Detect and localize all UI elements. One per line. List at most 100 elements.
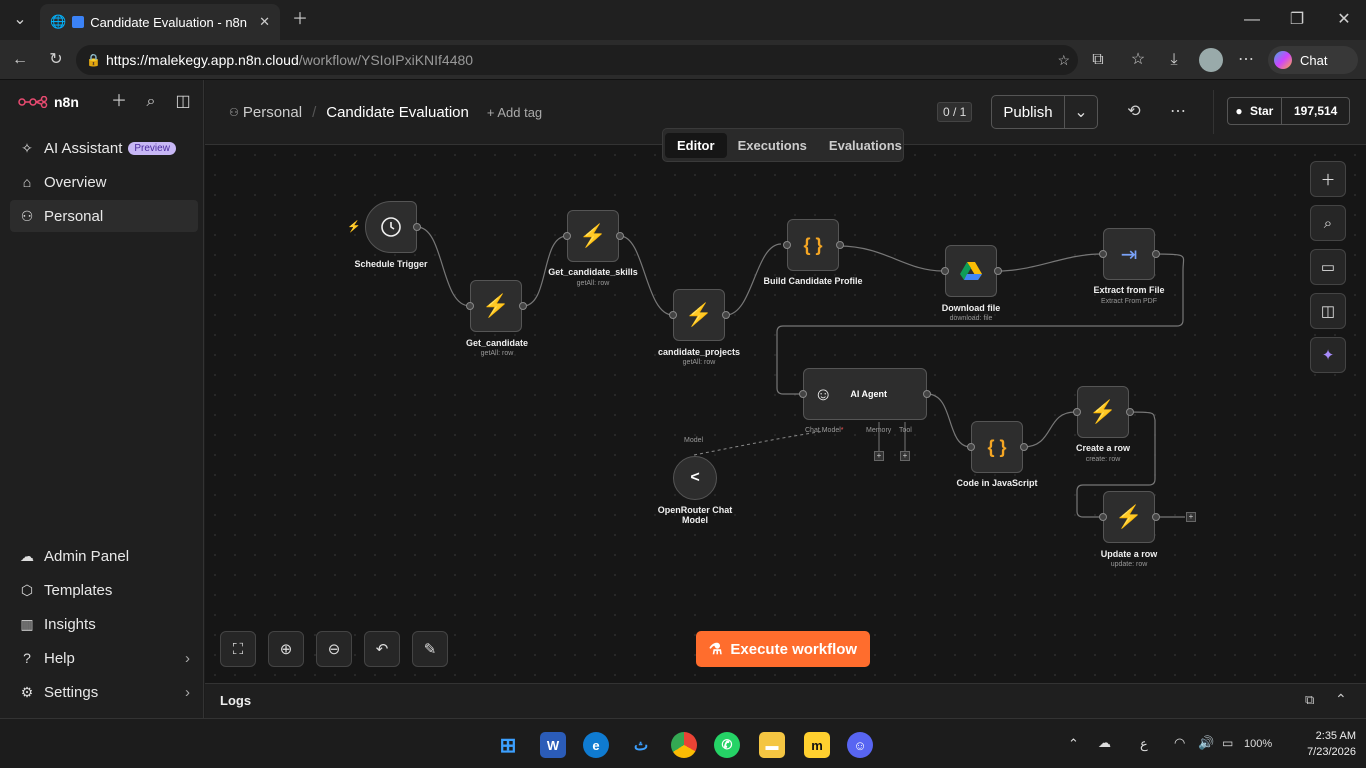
zoom-out-icon[interactable]: ⊖	[316, 631, 352, 667]
output-port[interactable]	[1152, 250, 1160, 258]
output-port[interactable]	[1126, 408, 1134, 416]
version-counter[interactable]: 0 / 1	[937, 102, 973, 122]
node-ai-agent[interactable]: ☺ AI Agent	[803, 368, 927, 420]
cloud-sync-icon[interactable]: ☁	[1098, 735, 1111, 751]
create-plus-icon[interactable]: ＋	[107, 90, 131, 114]
execute-workflow-button[interactable]: ⚗ Execute workflow	[696, 631, 870, 667]
input-port[interactable]	[563, 232, 571, 240]
output-port[interactable]	[616, 232, 624, 240]
battery-icon[interactable]: ▭	[1222, 736, 1233, 750]
input-port[interactable]	[941, 267, 949, 275]
browser-tab[interactable]: 🌐 Candidate Evaluation - n8n ✕	[40, 4, 280, 40]
pop-out-icon[interactable]: ⧉	[1305, 692, 1314, 708]
collapse-sidebar-icon[interactable]: ◫	[171, 90, 195, 114]
workflow-canvas[interactable]: Editor Executions Evaluations ⚡ Schedule…	[205, 128, 1366, 683]
search-nodes-icon[interactable]: ⌕	[1310, 205, 1346, 241]
node-get-candidate-skills[interactable]: ⚡	[567, 210, 619, 262]
output-port[interactable]	[836, 241, 844, 249]
reload-icon[interactable]: ↻	[44, 48, 68, 72]
zoom-in-icon[interactable]: ⊕	[268, 631, 304, 667]
input-port[interactable]	[1099, 250, 1107, 258]
node-build-candidate-profile[interactable]: { }	[787, 219, 839, 271]
node-candidate-projects[interactable]: ⚡	[673, 289, 725, 341]
add-memory-button[interactable]: +	[874, 451, 884, 461]
arabic-app-icon[interactable]: ث	[628, 732, 654, 758]
wifi-icon[interactable]: ◠	[1174, 735, 1185, 751]
node-download-file[interactable]	[945, 245, 997, 297]
history-icon[interactable]: ⟲	[1122, 100, 1146, 124]
discord-icon[interactable]: ☺	[847, 732, 873, 758]
fit-view-icon[interactable]: ⛶	[220, 631, 256, 667]
more-options-icon[interactable]: ⋯	[1166, 100, 1190, 124]
node-openrouter-chat-model[interactable]: <	[673, 456, 717, 500]
node-create-a-row[interactable]: ⚡	[1077, 386, 1129, 438]
input-port[interactable]	[783, 241, 791, 249]
file-explorer-icon[interactable]: ▬	[759, 732, 785, 758]
undo-icon[interactable]: ↶	[364, 631, 400, 667]
node-schedule-trigger[interactable]	[365, 201, 417, 253]
sidebar-item-templates[interactable]: ⬡ Templates	[10, 574, 198, 606]
sidebar-item-ai-assistant[interactable]: ✧ AI Assistant Preview	[10, 132, 198, 164]
output-port[interactable]	[923, 390, 931, 398]
logs-panel-bar[interactable]: Logs ⧉ ⌃	[205, 683, 1366, 718]
back-icon[interactable]: ←	[8, 48, 32, 72]
node-update-a-row[interactable]: ⚡	[1103, 491, 1155, 543]
output-port[interactable]	[413, 223, 421, 231]
minimize-icon[interactable]: —	[1240, 8, 1264, 32]
extensions-icon[interactable]: ⧉	[1086, 48, 1110, 72]
node-get-candidate[interactable]: ⚡	[470, 280, 522, 332]
chevron-down-icon[interactable]: ⌄	[1065, 96, 1097, 128]
output-port[interactable]	[722, 311, 730, 319]
output-port[interactable]	[1152, 513, 1160, 521]
n8n-logo[interactable]: n8n	[18, 94, 79, 110]
input-port[interactable]	[1099, 513, 1107, 521]
more-menu-icon[interactable]: ⋯	[1234, 48, 1258, 72]
node-extract-from-file[interactable]: ⇥	[1103, 228, 1155, 280]
github-star-button[interactable]: ● Star 197,514	[1227, 97, 1350, 125]
output-port[interactable]	[1020, 443, 1028, 451]
close-tab-icon[interactable]: ✕	[259, 14, 270, 30]
tray-chevron-up-icon[interactable]: ⌃	[1068, 736, 1079, 752]
publish-button[interactable]: Publish	[992, 96, 1065, 128]
favorite-star-icon[interactable]: ☆	[1057, 52, 1070, 69]
tidy-up-icon[interactable]: ✎	[412, 631, 448, 667]
clock[interactable]: 2:35 AM 7/23/2026	[1284, 728, 1356, 760]
favorites-icon[interactable]: ☆	[1126, 48, 1150, 72]
input-port[interactable]	[466, 302, 474, 310]
tab-list-icon[interactable]: ⌄	[8, 8, 32, 32]
sidebar-item-settings[interactable]: ⚙ Settings ›	[10, 676, 198, 708]
sidebar-item-insights[interactable]: ▥ Insights	[10, 608, 198, 640]
workflow-name[interactable]: Candidate Evaluation	[326, 104, 469, 121]
sidebar-item-overview[interactable]: ⌂ Overview	[10, 166, 198, 198]
panel-toggle-icon[interactable]: ◫	[1310, 293, 1346, 329]
add-next-node-button[interactable]: +	[1186, 512, 1196, 522]
sidebar-item-admin-panel[interactable]: ☁ Admin Panel	[10, 540, 198, 572]
copilot-chat-button[interactable]: Chat	[1268, 46, 1358, 74]
edge-icon[interactable]: e	[583, 732, 609, 758]
volume-icon[interactable]: 🔊	[1198, 735, 1214, 751]
sidebar-item-personal[interactable]: ⚇ Personal	[10, 200, 198, 232]
output-port[interactable]	[519, 302, 527, 310]
close-window-icon[interactable]: ✕	[1332, 8, 1356, 32]
node-code-in-javascript[interactable]: { }	[971, 421, 1023, 473]
input-port[interactable]	[967, 443, 975, 451]
chevron-up-icon[interactable]: ⌃	[1335, 691, 1347, 708]
whatsapp-icon[interactable]: ✆	[714, 732, 740, 758]
add-tag-button[interactable]: + Add tag	[487, 105, 542, 120]
add-tool-button[interactable]: +	[900, 451, 910, 461]
new-tab-icon[interactable]: ＋	[288, 8, 312, 32]
word-icon[interactable]: W	[540, 732, 566, 758]
miro-icon[interactable]: m	[804, 732, 830, 758]
profile-avatar[interactable]	[1199, 48, 1223, 72]
output-port[interactable]	[994, 267, 1002, 275]
maximize-icon[interactable]: ❐	[1285, 8, 1309, 32]
windows-start-icon[interactable]: ⊞	[495, 732, 521, 758]
search-icon[interactable]: ⌕	[139, 90, 163, 114]
sidebar-item-help[interactable]: ? Help ›	[10, 642, 198, 674]
downloads-icon[interactable]: ⤓	[1162, 48, 1186, 72]
input-port[interactable]	[799, 390, 807, 398]
add-node-button[interactable]: ＋	[1310, 161, 1346, 197]
ai-sparkle-icon[interactable]: ✦	[1310, 337, 1346, 373]
input-port[interactable]	[1073, 408, 1081, 416]
input-language[interactable]: ع	[1140, 736, 1148, 752]
